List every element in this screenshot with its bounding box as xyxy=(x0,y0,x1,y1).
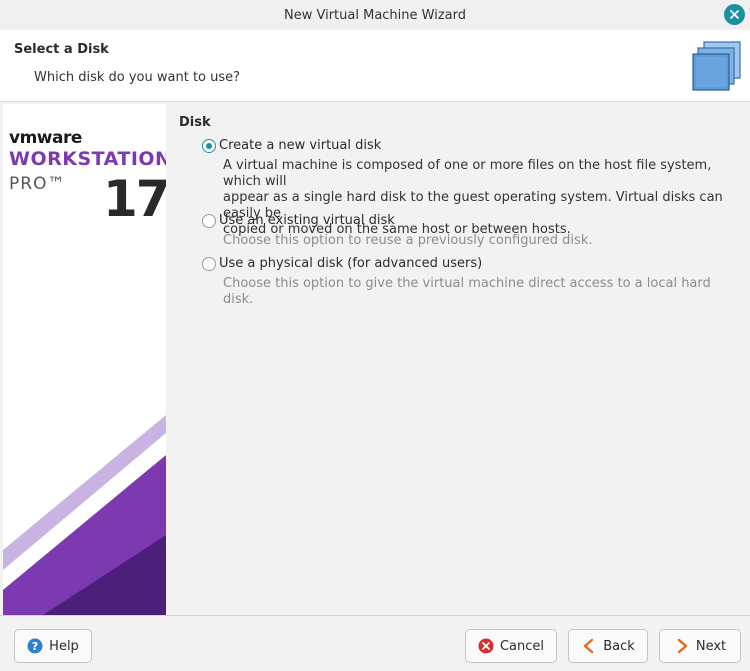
page-title: Select a Disk xyxy=(14,42,109,57)
option-label: Use a physical disk (for advanced users) xyxy=(219,256,483,271)
option-label: Create a new virtual disk xyxy=(219,138,382,153)
vmware-logo: vmware xyxy=(9,128,82,148)
back-label: Back xyxy=(603,638,635,654)
svg-text:?: ? xyxy=(32,640,38,653)
help-button[interactable]: ? Help xyxy=(14,629,92,663)
option-use-existing-disk[interactable]: Use an existing virtual disk xyxy=(202,213,395,228)
option-label: Use an existing virtual disk xyxy=(219,213,395,228)
branding-sidebar: vmware WORKSTATION PRO™ 17 xyxy=(3,104,166,615)
next-label: Next xyxy=(695,638,727,654)
description-line: Choose this option to reuse a previously… xyxy=(223,233,593,248)
radio-use-physical-disk[interactable] xyxy=(202,256,216,271)
cancel-button[interactable]: Cancel xyxy=(465,629,557,663)
close-icon xyxy=(730,10,739,19)
window-title: New Virtual Machine Wizard xyxy=(284,7,466,23)
disk-selection-panel: Disk Create a new virtual disk A virtual… xyxy=(166,104,750,615)
description-line: A virtual machine is composed of one or … xyxy=(223,158,712,189)
cancel-label: Cancel xyxy=(499,638,545,654)
disks-icon xyxy=(692,41,741,91)
option-create-new-disk[interactable]: Create a new virtual disk xyxy=(202,138,381,153)
product-name: WORKSTATION xyxy=(9,148,166,170)
disk-section-label: Disk xyxy=(179,115,211,130)
back-button[interactable]: Back xyxy=(568,629,648,663)
option-description: Choose this option to reuse a previously… xyxy=(223,233,743,249)
option-description: Choose this option to give the virtual m… xyxy=(223,276,743,308)
chevron-right-icon xyxy=(677,638,688,654)
title-bar: New Virtual Machine Wizard xyxy=(0,0,750,30)
wizard-footer: ? Help Cancel Back Next xyxy=(0,615,750,671)
description-line: Choose this option to give the virtual m… xyxy=(223,276,711,307)
product-edition: PRO™ xyxy=(9,174,66,194)
chevron-left-icon xyxy=(584,638,594,654)
next-button[interactable]: Next xyxy=(659,629,741,663)
product-version: 17 xyxy=(103,170,166,228)
help-icon: ? xyxy=(27,638,43,654)
option-use-physical-disk[interactable]: Use a physical disk (for advanced users) xyxy=(202,256,482,271)
page-subtitle: Which disk do you want to use? xyxy=(34,70,241,85)
radio-create-new-disk[interactable] xyxy=(202,138,216,153)
brand-graphic xyxy=(3,415,166,615)
wizard-header: Select a Disk Which disk do you want to … xyxy=(0,30,750,102)
cancel-icon xyxy=(478,638,494,654)
help-label: Help xyxy=(49,638,79,654)
close-button[interactable] xyxy=(724,4,745,25)
radio-use-existing-disk[interactable] xyxy=(202,213,216,228)
